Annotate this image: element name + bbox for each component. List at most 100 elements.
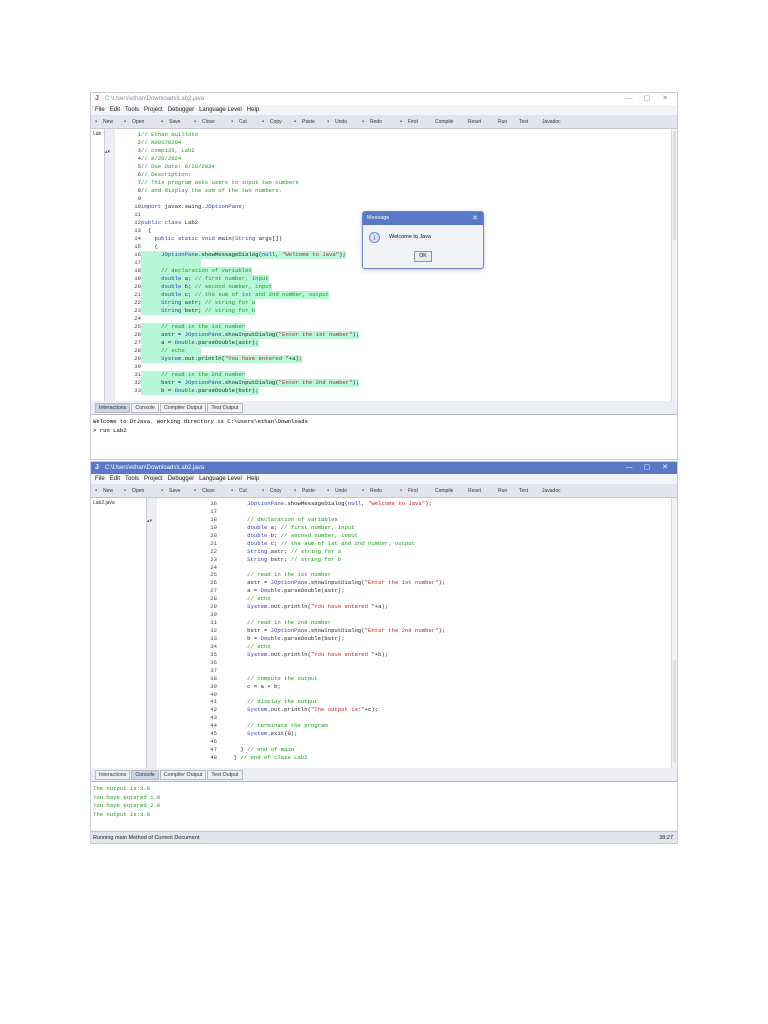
save-button[interactable]: ▪ Save xyxy=(161,116,194,128)
code-line: // read in the 1st number xyxy=(247,571,332,579)
document-item[interactable]: Lab xyxy=(93,131,102,137)
tab-test-output[interactable]: Test Output xyxy=(207,770,243,780)
line-number: 23 xyxy=(210,555,217,563)
menu-tools[interactable]: Tools xyxy=(125,107,139,113)
menu-debugger[interactable]: Debugger xyxy=(168,476,194,482)
code-line: // N00370294 xyxy=(141,139,182,146)
tab-test-output[interactable]: Test Output xyxy=(207,403,243,413)
line-number: 47 xyxy=(210,746,217,754)
tab-compiler-output[interactable]: Compiler Output xyxy=(159,770,207,780)
document-item[interactable]: Lab2.java xyxy=(93,500,144,506)
editor-scrollbar[interactable] xyxy=(671,498,677,768)
menu-help[interactable]: Help xyxy=(247,107,259,113)
open-button[interactable]: ▪ Open xyxy=(124,485,161,497)
run-label: Run xyxy=(498,487,508,494)
open-documents-list: Lab2.java xyxy=(91,498,147,768)
menu-language-level[interactable]: Language Level xyxy=(199,107,242,113)
scissors-icon: ▪ xyxy=(231,487,234,494)
code-line: import javax.swing.JOptionPane; xyxy=(141,203,246,210)
line-number: 26 xyxy=(134,331,141,338)
menu-language-level[interactable]: Language Level xyxy=(199,476,242,482)
minimize-window-button[interactable]: — xyxy=(621,462,637,474)
scrollbar-thumb[interactable] xyxy=(673,660,676,763)
code-line: b = Double.parseDouble(bstr); xyxy=(227,634,345,642)
code-line: // Ethan Guillote xyxy=(141,131,199,138)
close-button[interactable]: ▪ Close xyxy=(194,485,231,497)
close-window-button[interactable]: ✕ xyxy=(657,462,673,474)
close-button[interactable]: ▪ Close xyxy=(194,116,231,128)
line-number: 30 xyxy=(134,363,141,370)
menu-edit[interactable]: Edit xyxy=(110,107,120,113)
minimize-window-button[interactable]: — xyxy=(621,93,637,105)
copy-button[interactable]: ▪ Copy xyxy=(262,116,294,128)
scrollbar-thumb[interactable] xyxy=(673,131,676,240)
code-line: // and display the sum of the two number… xyxy=(141,187,282,194)
save-button[interactable]: ▪ Save xyxy=(161,485,194,497)
menu-project[interactable]: Project xyxy=(144,476,163,482)
paste-button[interactable]: ▪ Paste xyxy=(294,485,327,497)
compile-button[interactable]: Compile xyxy=(435,116,468,128)
cut-button[interactable]: ▪ Cut xyxy=(231,116,262,128)
interactions-pane[interactable]: Welcome to DrJava. Working directory is … xyxy=(91,414,677,459)
code-line: bstr = JOptionPane.showInputDialog("Ente… xyxy=(227,627,446,635)
find-button[interactable]: ▪ Find xyxy=(400,116,435,128)
find-button[interactable]: ▪ Find xyxy=(400,485,435,497)
copy-button[interactable]: ▪ Copy xyxy=(262,485,294,497)
code-line: double a; // first number, input xyxy=(247,523,355,531)
close-window-button[interactable]: ✕ xyxy=(657,93,673,105)
pane-splitter[interactable]: ▴▾ xyxy=(105,129,115,401)
undo-button[interactable]: ▪ Undo xyxy=(327,116,362,128)
code-editor[interactable]: 16 JOptionPane.showMessageDialog(null, "… xyxy=(157,498,677,768)
editor-scrollbar[interactable] xyxy=(671,129,677,401)
menu-file[interactable]: File xyxy=(95,107,105,113)
interactions-line: > run Lab2 xyxy=(93,426,127,434)
test-button[interactable]: Test xyxy=(519,485,542,497)
code-line: // This program asks users to input two … xyxy=(141,179,299,186)
compile-button[interactable]: Compile xyxy=(435,485,468,497)
ok-button[interactable]: OK xyxy=(414,251,432,262)
paste-button[interactable]: ▪ Paste xyxy=(294,116,327,128)
pane-splitter[interactable]: ▴▾ xyxy=(147,498,157,768)
code-line: JOptionPane.showMessageDialog(null, "Wel… xyxy=(247,500,432,507)
run-button[interactable]: Run xyxy=(498,485,519,497)
new-button[interactable]: ▪ New xyxy=(95,116,124,128)
menu-project[interactable]: Project xyxy=(144,107,163,113)
line-number: 28 xyxy=(134,347,141,354)
menu-help[interactable]: Help xyxy=(247,476,259,482)
redo-button[interactable]: ▪ Redo xyxy=(362,485,400,497)
code-line: double b; // second number, input xyxy=(247,531,358,539)
line-number: 20 xyxy=(134,283,141,290)
menu-tools[interactable]: Tools xyxy=(125,476,139,482)
run-button[interactable]: Run xyxy=(498,116,519,128)
tab-interactions[interactable]: Interactions xyxy=(95,403,131,413)
open-label: Open xyxy=(132,118,145,125)
javadoc-button[interactable]: Javadoc xyxy=(542,485,572,497)
console-line: The output is:3.0 xyxy=(93,785,151,792)
tab-console[interactable]: Console xyxy=(131,403,159,413)
tab-interactions[interactable]: Interactions xyxy=(95,770,131,780)
new-button[interactable]: ▪ New xyxy=(95,485,124,497)
code-line: double c; // the sum of 1st and 2nd numb… xyxy=(247,539,416,547)
test-button[interactable]: Test xyxy=(519,116,542,128)
undo-button[interactable]: ▪ Undo xyxy=(327,485,362,497)
tab-console[interactable]: Console xyxy=(131,770,159,780)
javadoc-button[interactable]: Javadoc xyxy=(542,116,572,128)
menu-edit[interactable]: Edit xyxy=(110,476,120,482)
cut-label: Cut xyxy=(239,487,247,494)
paste-icon: ▪ xyxy=(294,118,297,125)
tab-compiler-output[interactable]: Compiler Output xyxy=(159,403,207,413)
cut-button[interactable]: ▪ Cut xyxy=(231,485,262,497)
editor-area: Lab2.java ▴▾ 16 JOptionPane.showMessageDia… xyxy=(91,498,677,768)
reset-button[interactable]: Reset xyxy=(468,485,498,497)
line-number: 19 xyxy=(134,275,141,282)
code-line: String bstr; // string for b xyxy=(247,555,342,563)
reset-button[interactable]: Reset xyxy=(468,116,498,128)
maximize-window-button[interactable]: ▢ xyxy=(639,93,655,105)
console-pane[interactable]: The output is:3.0 You have entered 1.0 You… xyxy=(91,781,677,830)
redo-button[interactable]: ▪ Redo xyxy=(362,116,400,128)
dialog-close-button[interactable]: ✕ xyxy=(472,212,478,225)
open-button[interactable]: ▪ Open xyxy=(124,116,161,128)
menu-file[interactable]: File xyxy=(95,476,105,482)
menu-debugger[interactable]: Debugger xyxy=(168,107,194,113)
maximize-window-button[interactable]: ▢ xyxy=(639,462,655,474)
